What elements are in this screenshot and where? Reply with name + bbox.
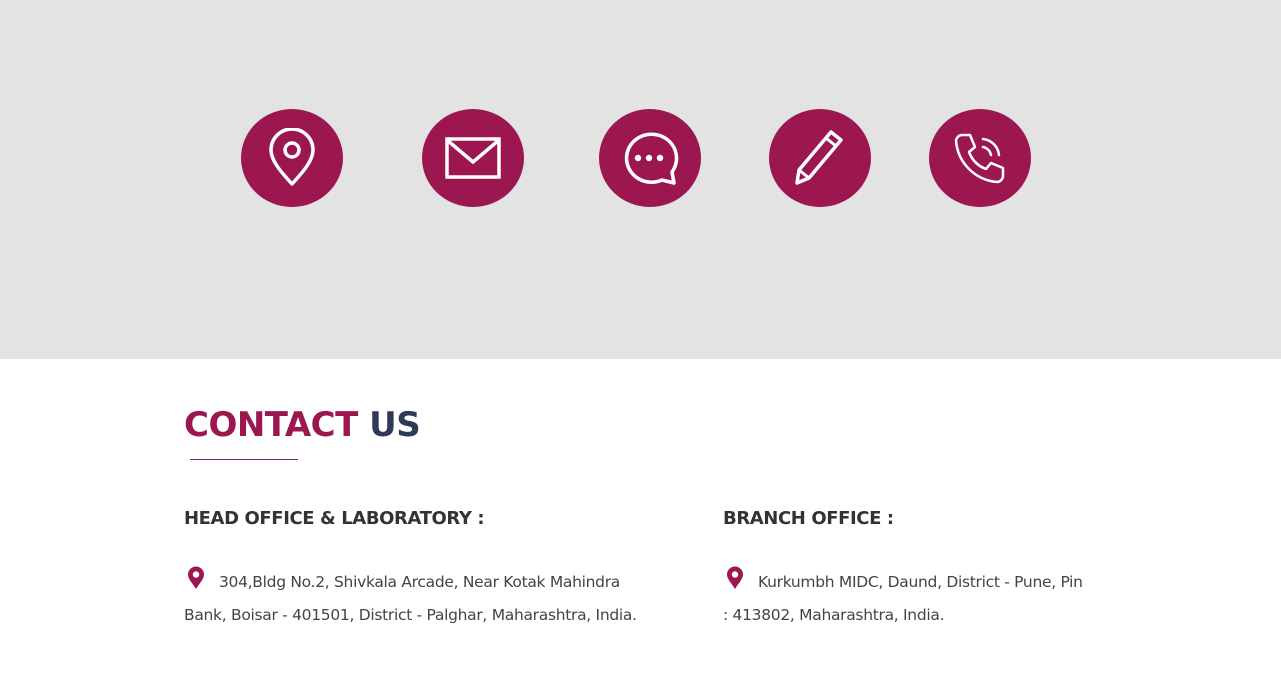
section-title-accent: CONTACT [184, 405, 358, 445]
pencil-icon [795, 130, 843, 185]
branch-office-address-text: Kurkumbh MIDC, Daund, District - Pune, P… [723, 573, 1083, 624]
head-office-heading: HEAD OFFICE & LABORATORY : [184, 508, 485, 529]
section-title-dark: US [369, 405, 421, 445]
phone-button[interactable] [929, 109, 1031, 207]
branch-office-heading: BRANCH OFFICE : [723, 508, 894, 529]
email-button[interactable] [422, 109, 524, 207]
write-button[interactable] [769, 109, 871, 207]
location-button[interactable] [241, 109, 343, 207]
title-underline [190, 459, 298, 460]
envelope-icon [445, 137, 501, 179]
map-marker-icon [187, 566, 205, 600]
chat-bubble-icon [624, 132, 679, 185]
branch-office-address: Kurkumbh MIDC, Daund, District - Pune, P… [723, 566, 1083, 630]
location-pin-icon [269, 128, 315, 186]
chat-button[interactable] [599, 109, 701, 207]
contact-icons-banner [0, 0, 1281, 359]
map-marker-icon [726, 566, 744, 600]
head-office-address-text: 304,Bldg No.2, Shivkala Arcade, Near Kot… [184, 573, 637, 624]
section-title: CONTACT US [184, 402, 421, 448]
head-office-address: 304,Bldg No.2, Shivkala Arcade, Near Kot… [184, 566, 644, 630]
phone-icon [954, 133, 1005, 184]
